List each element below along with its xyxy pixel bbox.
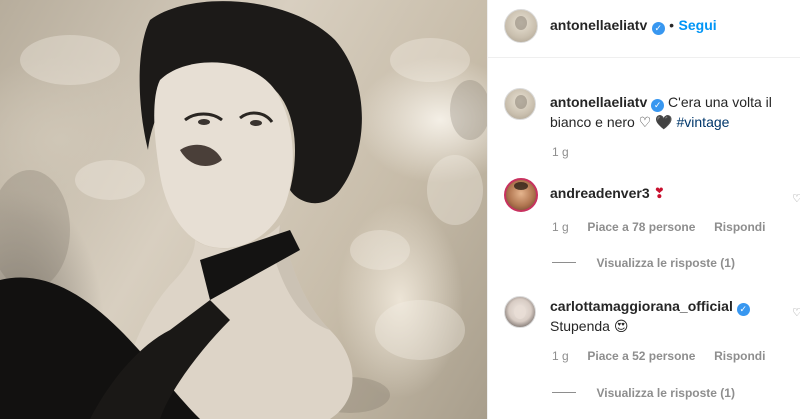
separator-dot: •: [669, 17, 675, 33]
caption-avatar[interactable]: [504, 88, 536, 120]
comment-2-meta: 1 g Piace a 52 persone Rispondi: [552, 349, 765, 363]
post-photo[interactable]: [0, 0, 487, 419]
comment-time[interactable]: 1 g: [552, 220, 569, 234]
comment-text: Stupenda: [550, 318, 610, 334]
photo-illustration: [0, 1, 487, 419]
comment-time[interactable]: 1 g: [552, 349, 569, 363]
commenter-avatar[interactable]: [504, 296, 536, 328]
heart-emojis: ♡ 🖤: [638, 114, 673, 130]
author-avatar[interactable]: [504, 9, 538, 43]
header-user-row: antonellaeliatv ✓ • Segui: [550, 17, 717, 35]
hashtag-link[interactable]: #vintage: [677, 114, 730, 130]
heart-eyes-emoji: 😍: [613, 318, 629, 334]
reply-button[interactable]: Rispondi: [714, 220, 765, 234]
author-username[interactable]: antonellaeliatv: [550, 17, 647, 33]
replies-divider: [552, 262, 576, 264]
caption-text-line1: C'era una volta il: [668, 94, 772, 110]
comment-1: andreadenver3 ❣: [550, 183, 665, 203]
caption-time[interactable]: 1 g: [552, 145, 569, 159]
comment-like-heart-icon[interactable]: ♡: [792, 306, 800, 319]
verified-badge-icon: ✓: [651, 99, 665, 112]
verified-badge-icon: ✓: [651, 22, 665, 35]
verified-badge-icon: ✓: [736, 303, 750, 316]
caption: antonellaeliatv ✓ C'era una volta il bia…: [550, 92, 790, 132]
replies-divider: [552, 392, 576, 394]
view-replies-label[interactable]: Visualizza le risposte (1): [596, 386, 735, 400]
comment-like-heart-icon[interactable]: ♡: [792, 192, 800, 205]
follow-button[interactable]: Segui: [679, 17, 717, 33]
caption-text-line2: bianco e nero: [550, 114, 635, 130]
comment-1-meta: 1 g Piace a 78 persone Rispondi: [552, 220, 765, 234]
view-replies-1[interactable]: Visualizza le risposte (1): [552, 254, 735, 272]
post-header: antonellaeliatv ✓ • Segui: [488, 0, 800, 58]
comment-likes[interactable]: Piace a 52 persone: [587, 349, 695, 363]
comment-username[interactable]: carlottamaggiorana_official: [550, 298, 733, 314]
view-replies-label[interactable]: Visualizza le risposte (1): [596, 256, 735, 270]
view-replies-2[interactable]: Visualizza le risposte (1): [552, 384, 735, 402]
comment-likes[interactable]: Piace a 78 persone: [587, 220, 695, 234]
post-sidebar: antonellaeliatv ✓ • Segui antonellaeliat…: [487, 0, 800, 419]
commenter-avatar[interactable]: [504, 178, 538, 212]
reply-button[interactable]: Rispondi: [714, 349, 765, 363]
comment-2: carlottamaggiorana_official ✓ Stupenda 😍: [550, 296, 750, 336]
comment-username[interactable]: andreadenver3: [550, 185, 650, 201]
caption-username[interactable]: antonellaeliatv: [550, 94, 647, 110]
heart-exclamation-emoji: ❣: [653, 185, 666, 201]
